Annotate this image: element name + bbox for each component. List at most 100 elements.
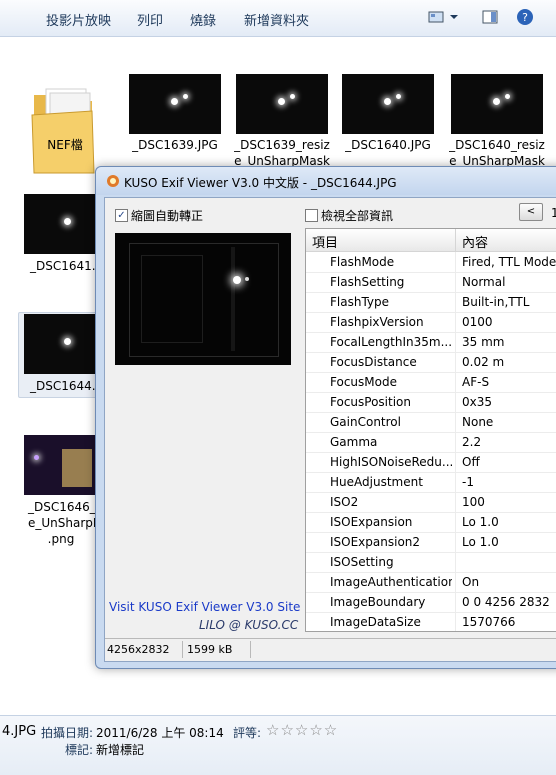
exif-tag-name: FocusDistance [330,355,417,369]
new-folder-button[interactable]: 新增資料夾 [244,10,309,29]
exif-tag-name: ImageDataSize [330,615,421,629]
tags-label: 標記: [65,743,94,757]
exif-tag-value: Lo 1.0 [462,535,499,549]
column-divider [455,532,456,552]
file-label[interactable]: _DSC1640.JPG [340,137,436,153]
table-row[interactable]: ImageAuthentication On [306,572,556,593]
window-client: ✓ 縮圖自動轉正 檢視全部資訊 < 10 項目 內容 FlashMode Fire… [104,197,556,662]
exif-table[interactable]: 項目 內容 FlashMode Fired, TTL Mode FlashSetti… [305,228,556,632]
file-label[interactable]: _DSC1640_resiz [446,137,548,153]
thumbnail[interactable] [342,74,434,134]
column-divider [455,572,456,592]
rating-stars[interactable]: ☆☆☆☆☆ [266,721,338,739]
table-row[interactable]: GainControl None [306,412,556,433]
exif-tag-value: On [462,575,480,589]
column-divider [455,592,456,612]
view-all-checkbox[interactable] [305,209,318,222]
thumbnail[interactable] [236,74,328,134]
table-row[interactable]: FlashpixVersion 0100 [306,312,556,333]
table-row[interactable]: ISOSetting [306,552,556,573]
thumbnail[interactable] [24,194,98,254]
column-divider [455,452,456,472]
thumbnail[interactable] [129,74,221,134]
folder-icon[interactable] [30,81,96,175]
column-divider [455,552,456,572]
print-button[interactable]: 列印 [137,10,163,29]
table-row[interactable]: ImageDataSize 1570766 [306,612,556,631]
file-label[interactable]: .png [24,531,98,547]
date-label: 拍攝日期: [41,726,94,740]
thumbnail[interactable] [451,74,543,134]
file-label[interactable]: _DSC1646_r [24,499,102,515]
status-bar: 4256x2832 1599 kB [105,638,556,661]
exif-viewer-window: KUSO Exif Viewer V3.0 中文版 - _DSC1644.JPG… [95,166,556,669]
file-label[interactable]: _DSC1639.JPG [127,137,223,153]
exif-tag-name: FlashType [330,295,390,309]
exif-tag-value: None [462,415,494,429]
views-icon[interactable] [428,9,444,25]
chevron-down-icon[interactable] [449,9,459,25]
table-row[interactable]: HueAdjustment -1 [306,472,556,493]
tags-value[interactable]: 新增標記 [96,741,144,758]
file-label[interactable]: _DSC1644.J [24,378,104,394]
photo-preview [115,233,291,365]
status-filesize: 1599 kB [187,643,233,656]
column-divider [455,332,456,352]
app-icon [107,175,119,187]
table-row[interactable]: Gamma 2.2 [306,432,556,453]
column-divider [455,352,456,372]
auto-rotate-checkbox[interactable]: ✓ [115,209,128,222]
column-divider [455,392,456,412]
column-header-content[interactable]: 內容 [462,232,488,251]
prev-button[interactable]: < [519,203,543,221]
exif-tag-value: -1 [462,475,474,489]
exif-tag-value: 0x35 [462,395,493,409]
thumbnail[interactable] [24,435,98,495]
table-row[interactable]: ISOExpansion Lo 1.0 [306,512,556,533]
column-header-item[interactable]: 項目 [312,232,338,251]
exif-tag-name: FlashMode [330,255,395,269]
table-row[interactable]: ISOExpansion2 Lo 1.0 [306,532,556,553]
exif-tag-name: Gamma [330,435,378,449]
window-title: KUSO Exif Viewer V3.0 中文版 - _DSC1644.JPG [124,176,397,190]
table-row[interactable]: ImageBoundary 0 0 4256 2832 [306,592,556,613]
exif-tag-name: ISOExpansion2 [330,535,421,549]
exif-tag-value: Normal [462,275,506,289]
table-row[interactable]: HighISONoiseRedu... Off [306,452,556,473]
table-row[interactable]: FocalLengthIn35m... 35 mm [306,332,556,353]
file-label[interactable]: _DSC1639_resiz [234,137,330,153]
exif-tag-value: 0 0 4256 2832 [462,595,550,609]
details-filename: 4.JPG [2,724,37,739]
table-row[interactable]: FocusPosition 0x35 [306,392,556,413]
exif-tag-value: 0100 [462,315,493,329]
window-titlebar[interactable]: KUSO Exif Viewer V3.0 中文版 - _DSC1644.JPG [96,167,556,195]
exif-tag-value: Off [462,455,480,469]
preview-pane-icon[interactable] [482,9,498,25]
help-icon[interactable]: ? [516,8,534,26]
date-value[interactable]: 2011/6/28 上午 08:14 [96,724,224,741]
slideshow-button[interactable]: 投影片放映 [46,10,111,29]
table-row[interactable]: FlashSetting Normal [306,272,556,293]
table-row[interactable]: ISO2 100 [306,492,556,513]
table-row[interactable]: FocusMode AF-S [306,372,556,393]
site-link[interactable]: Visit KUSO Exif Viewer V3.0 Site [109,600,300,614]
column-divider [455,512,456,532]
table-row[interactable]: FocusDistance 0.02 m [306,352,556,373]
table-row[interactable]: FlashType Built-in,TTL [306,292,556,313]
rating-label: 評等: [233,726,262,740]
exif-tag-value: 2.2 [462,435,482,449]
table-row[interactable]: FlashMode Fired, TTL Mode [306,252,556,273]
burn-button[interactable]: 燒錄 [190,10,216,29]
file-label[interactable]: NEF檔 [30,137,100,153]
exif-tag-name: ISO2 [330,495,359,509]
column-divider [455,412,456,432]
exif-tag-name: FlashSetting [330,275,405,289]
column-divider [455,292,456,312]
thumbnail[interactable] [24,314,98,374]
column-divider [455,252,456,272]
details-pane: 4.JPG 拍攝日期: 2011/6/28 上午 08:14 評等: ☆☆☆☆☆… [0,715,556,775]
file-label[interactable]: _DSC1641.J [24,258,104,274]
exif-tag-value: 100 [462,495,485,509]
file-label[interactable]: e_UnSharpM [24,515,102,531]
status-dimensions: 4256x2832 [107,643,170,656]
